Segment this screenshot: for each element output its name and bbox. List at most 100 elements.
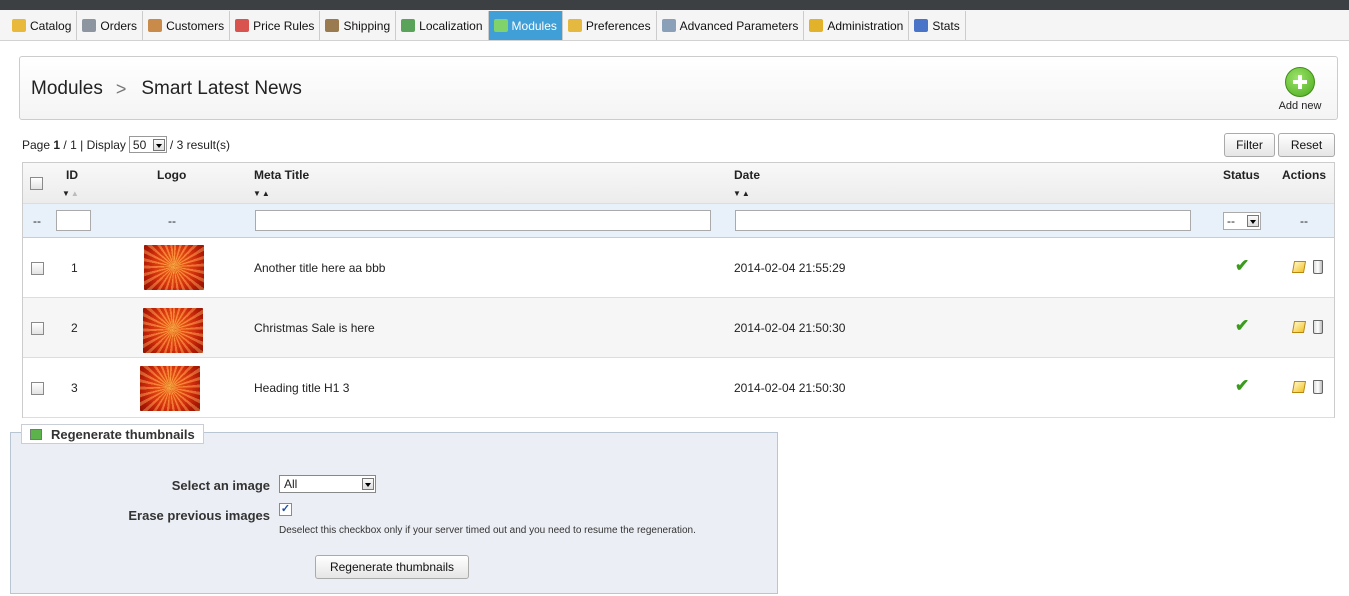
delete-icon[interactable] [1313,260,1323,274]
erase-hint: Deselect this checkbox only if your serv… [279,525,696,536]
image-type-select[interactable]: All [279,475,376,493]
row-id: 2 [71,321,78,335]
regenerate-thumbnails-button[interactable]: Regenerate thumbnails [315,555,469,579]
main-menu: Catalog Orders Customers Price Rules Shippin… [0,10,1349,41]
chevron-down-icon[interactable] [362,478,374,490]
enabled-check-icon[interactable]: ✔ [1235,376,1249,396]
select-all-checkbox[interactable] [30,177,43,190]
menu-item-label: Advanced Parameters [679,18,799,33]
row-date: 2014-02-04 21:50:30 [734,321,846,335]
menu-item-label: Stats [932,18,960,33]
breadcrumb: Modules > Smart Latest News [31,78,302,100]
menu-item-label: Administration [827,18,904,33]
page-title: Smart Latest News [141,78,302,99]
menu-item-label: Preferences [585,18,651,33]
add-new-button[interactable]: Add new [1276,67,1324,112]
display-count-select[interactable]: 50 [128,136,167,153]
news-table: ID ▼▲ Logo Meta Title ▼▲ Date ▼▲ Status … [22,162,1335,418]
column-meta-title: Meta Title [254,168,310,182]
chevron-down-icon[interactable] [1247,215,1259,227]
erase-images-checkbox[interactable]: ✓ [279,503,292,516]
edit-icon[interactable] [1291,261,1307,273]
delete-icon[interactable] [1313,320,1323,334]
menu-item-price-rules[interactable]: Price Rules [230,11,321,40]
table-row[interactable]: 2 Christmas Sale is here 2014-02-04 21:5… [23,298,1334,358]
filter-dash: -- [33,214,41,228]
edit-icon[interactable] [1291,381,1307,393]
menu-item-stats[interactable]: Stats [909,11,966,40]
row-id: 1 [71,261,78,275]
select-image-label: Select an image [171,478,270,493]
regenerate-legend-label: Regenerate thumbnails [51,426,195,442]
sort-date-icon[interactable]: ▼▲ [733,189,751,198]
table-row[interactable]: 3 Heading title H1 3 2014-02-04 21:50:30… [23,358,1334,418]
menu-item-label: Price Rules [253,18,315,33]
column-status: Status [1223,168,1260,182]
add-new-label: Add new [1278,100,1322,112]
filter-button[interactable]: Filter [1224,133,1275,157]
globe-icon [401,19,416,32]
row-title: Another title here aa bbb [254,261,386,275]
top-bar [0,0,1349,10]
breadcrumb-separator-icon: > [115,78,127,99]
menu-item-catalog[interactable]: Catalog [7,11,78,40]
column-logo: Logo [157,168,187,182]
row-title: Heading title H1 3 [254,381,350,395]
table-header: ID ▼▲ Logo Meta Title ▼▲ Date ▼▲ Status … [23,163,1334,204]
menu-item-modules[interactable]: Modules [488,11,563,40]
menu-item-shipping[interactable]: Shipping [320,11,397,40]
reset-button[interactable]: Reset [1278,133,1335,157]
truck-icon [325,19,340,32]
display-count-value: 50 [132,137,147,152]
folder-icon [12,19,26,32]
puzzle-icon [493,19,508,32]
row-title: Christmas Sale is here [254,321,375,335]
filter-id-input[interactable] [56,210,91,231]
price-tag-icon [235,19,250,32]
column-id: ID [66,168,78,182]
page-header: Modules > Smart Latest News Add new [19,56,1338,120]
filter-status-value: -- [1227,214,1235,228]
filter-row: -- -- -- -- [23,204,1334,238]
sort-id-icon[interactable]: ▼▲ [62,189,80,198]
row-checkbox[interactable] [31,262,44,275]
table-row[interactable]: 1 Another title here aa bbb 2014-02-04 2… [23,238,1334,298]
page-total: 1 [70,137,77,152]
menu-item-label: Localization [419,18,483,33]
regenerate-legend: Regenerate thumbnails [21,424,204,444]
menu-item-label: Shipping [343,18,391,33]
enabled-check-icon[interactable]: ✔ [1235,316,1249,336]
key-icon [809,19,824,32]
row-checkbox[interactable] [31,382,44,395]
bar-chart-icon [914,19,929,32]
results-count: / 3 result(s) [169,137,230,152]
enabled-check-icon[interactable]: ✔ [1235,256,1249,276]
menu-item-label: Catalog [30,18,72,33]
row-checkbox[interactable] [31,322,44,335]
wrench-icon [661,19,676,32]
filter-date-input[interactable] [735,210,1191,231]
page-label: Page [22,137,51,152]
menu-item-orders[interactable]: Orders [77,11,144,40]
image-icon [30,428,42,440]
breadcrumb-modules[interactable]: Modules [31,78,103,100]
menu-item-administration[interactable]: Administration [804,11,910,40]
chevron-down-icon[interactable] [152,138,165,151]
edit-icon[interactable] [1291,321,1307,333]
menu-item-preferences[interactable]: Preferences [563,11,657,40]
filter-title-input[interactable] [255,210,711,231]
menu-item-localization[interactable]: Localization [396,11,489,40]
filter-logo-dash: -- [168,214,176,228]
edit-icon [567,19,582,32]
user-icon [148,19,163,32]
cart-icon [82,19,97,32]
sort-meta-title-icon[interactable]: ▼▲ [253,189,271,198]
row-id: 3 [71,381,78,395]
row-date: 2014-02-04 21:55:29 [734,261,846,275]
delete-icon[interactable] [1313,380,1323,394]
filter-status-select[interactable]: -- [1223,212,1261,230]
menu-item-advanced-parameters[interactable]: Advanced Parameters [657,11,805,40]
menu-item-customers[interactable]: Customers [143,11,231,40]
column-actions: Actions [1282,168,1327,182]
image-type-value: All [284,477,298,491]
